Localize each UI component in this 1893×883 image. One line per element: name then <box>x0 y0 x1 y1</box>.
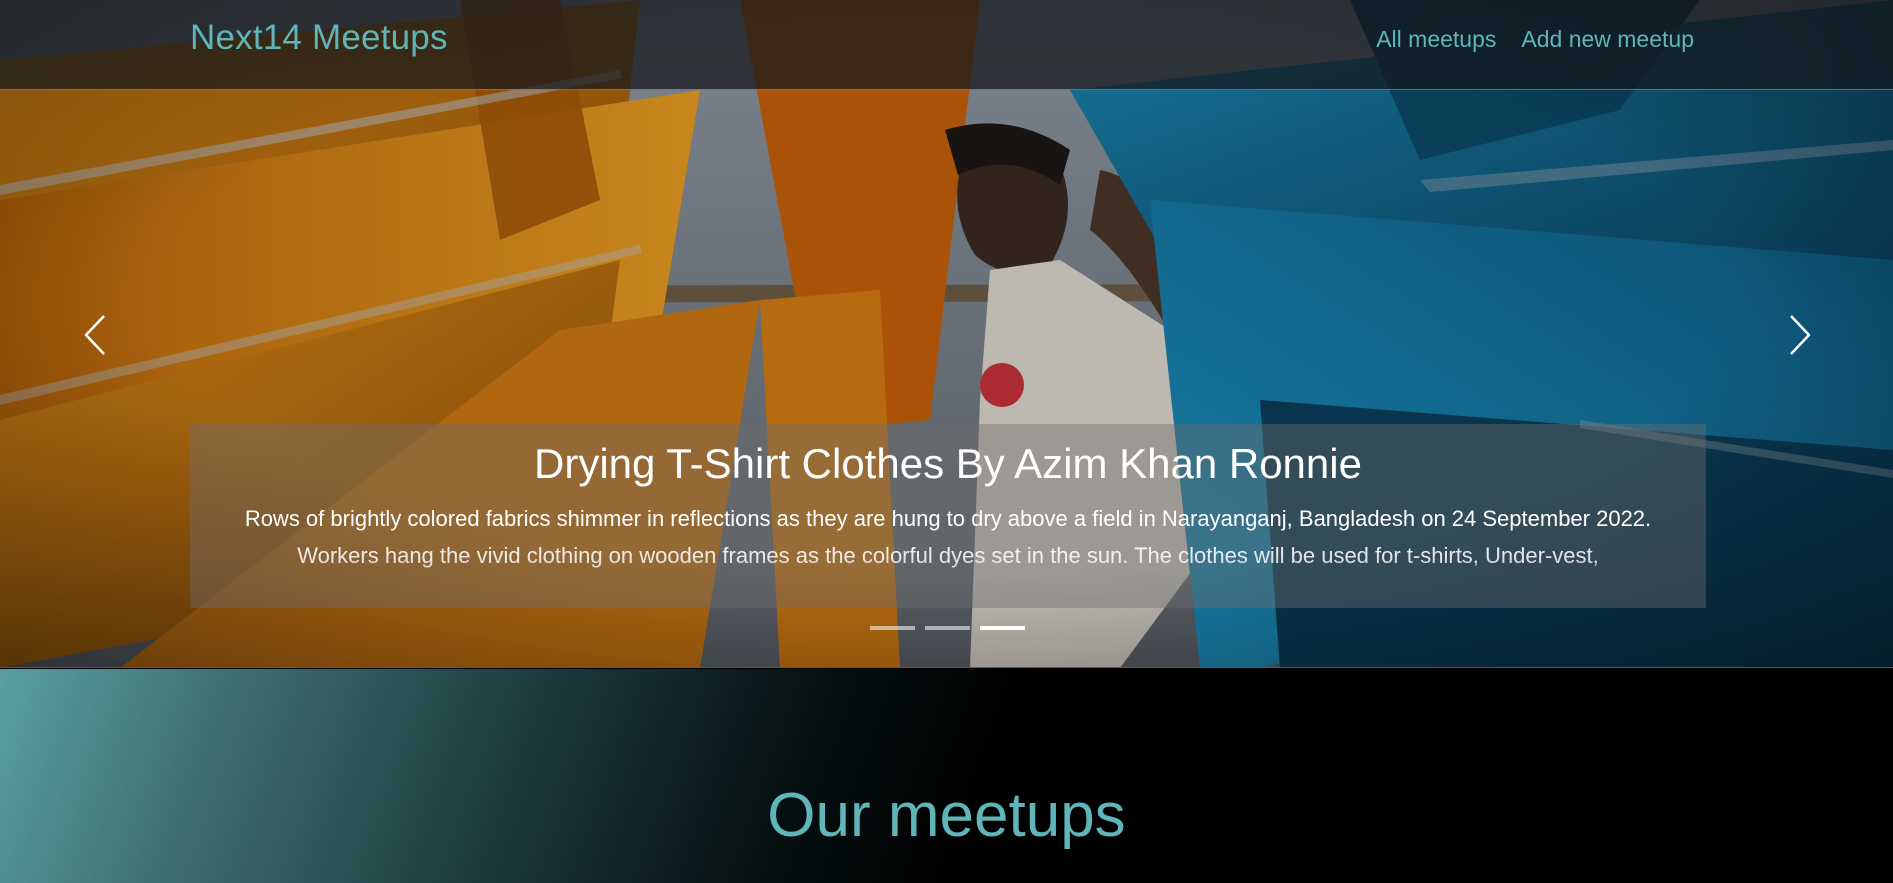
hero-carousel: Drying T-Shirt Clothes By Azim Khan Ronn… <box>0 0 1893 668</box>
carousel-indicators <box>870 626 1025 630</box>
carousel-next-button[interactable] <box>1775 305 1825 365</box>
nav-link-all-meetups[interactable]: All meetups <box>1376 26 1496 53</box>
caption-title: Drying T-Shirt Clothes By Azim Khan Ronn… <box>534 440 1362 487</box>
carousel-indicator[interactable] <box>870 626 915 630</box>
top-navbar: Next14 Meetups All meetups Add new meetu… <box>0 0 1893 90</box>
carousel-prev-button[interactable] <box>70 305 120 365</box>
nav-link-add-new-meetup[interactable]: Add new meetup <box>1521 26 1694 53</box>
nav-links: All meetups Add new meetup <box>1376 26 1694 53</box>
carousel-caption: Drying T-Shirt Clothes By Azim Khan Ronn… <box>190 424 1706 608</box>
brand-link[interactable]: Next14 Meetups <box>190 18 448 58</box>
chevron-right-icon <box>1790 315 1811 355</box>
caption-description: Rows of brightly colored fabrics shimmer… <box>244 506 1652 568</box>
page: Drying T-Shirt Clothes By Azim Khan Ronn… <box>0 0 1893 883</box>
section-title: Our meetups <box>767 781 1126 850</box>
carousel-indicator-active[interactable] <box>980 626 1025 630</box>
chevron-left-icon <box>84 315 105 355</box>
meetups-section: Our meetups <box>0 669 1893 883</box>
carousel-indicator[interactable] <box>925 626 970 630</box>
